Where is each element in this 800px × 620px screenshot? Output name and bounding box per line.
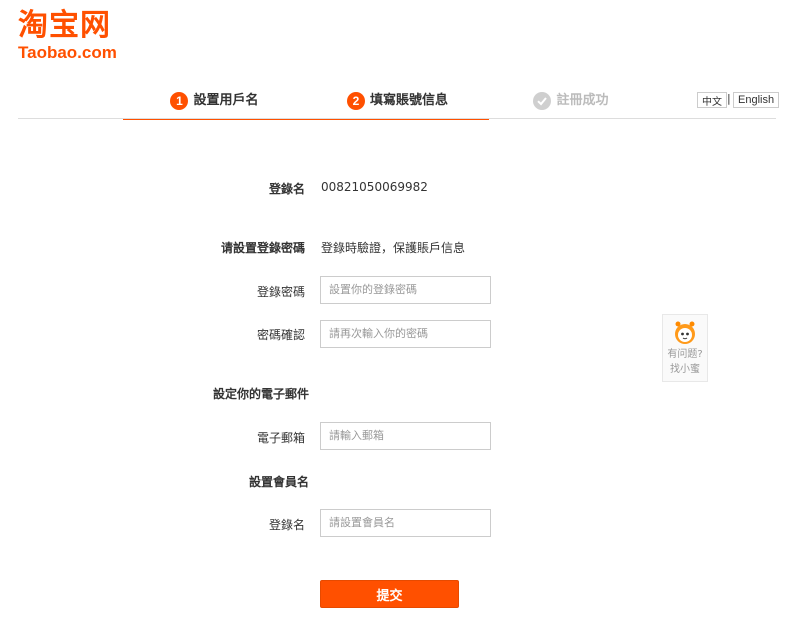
email-section-title: 設定你的電子郵件	[213, 387, 310, 401]
password-section-note: 登錄時驗證，保護賬戶信息	[321, 241, 466, 255]
step-1-number-icon: 1	[170, 92, 189, 110]
email-input[interactable]: 請輸入郵箱	[320, 422, 491, 450]
header-divider	[18, 118, 776, 119]
member-name-section-title: 設置會員名	[249, 475, 310, 489]
language-chinese-button[interactable]: 中文	[697, 92, 727, 108]
password-section-label: 请設置登錄密碼	[220, 241, 305, 255]
step-2-label: 填寫賬號信息	[369, 93, 448, 108]
step-1-label: 設置用戶名	[193, 93, 259, 108]
confirm-password-input[interactable]: 請再次輸入你的密碼	[320, 320, 491, 348]
step-set-username: 1 設置用戶名	[123, 86, 306, 120]
email-label: 電子郵箱	[256, 431, 305, 445]
password-input[interactable]: 設置你的登錄密碼	[320, 276, 491, 304]
help-line-1: 有问题?	[667, 349, 703, 360]
check-icon	[533, 92, 552, 110]
password-label: 登錄密碼	[256, 285, 305, 299]
language-separator: |	[727, 92, 731, 105]
login-name-label: 登錄名	[268, 182, 305, 196]
language-english-button[interactable]: English	[733, 92, 780, 108]
step-registration-success: 註冊成功	[489, 86, 653, 120]
step-2-number-icon: 2	[346, 92, 365, 110]
help-assistant-widget[interactable]: 有问题? 找小蜜	[662, 314, 708, 382]
assistant-mascot-icon	[672, 320, 698, 346]
registration-steps: 1 設置用戶名 2 填寫賬號信息 註冊成功	[123, 86, 653, 120]
logo-chinese-text: 淘宝网	[18, 8, 111, 43]
taobao-logo[interactable]: 淘宝网 Taobao.com	[18, 8, 136, 68]
step-3-label: 註冊成功	[556, 93, 609, 108]
confirm-password-label: 密碼確認	[256, 328, 305, 342]
logo-english-text: Taobao.com	[18, 43, 117, 62]
step-fill-account-info: 2 填寫賬號信息	[306, 86, 489, 120]
help-line-2: 找小蜜	[670, 364, 700, 375]
member-name-label: 登錄名	[268, 518, 305, 532]
member-name-input[interactable]: 請設置會員名	[320, 509, 491, 537]
submit-button[interactable]: 提交	[320, 580, 459, 608]
login-name-value: 00821050069982	[321, 180, 428, 194]
